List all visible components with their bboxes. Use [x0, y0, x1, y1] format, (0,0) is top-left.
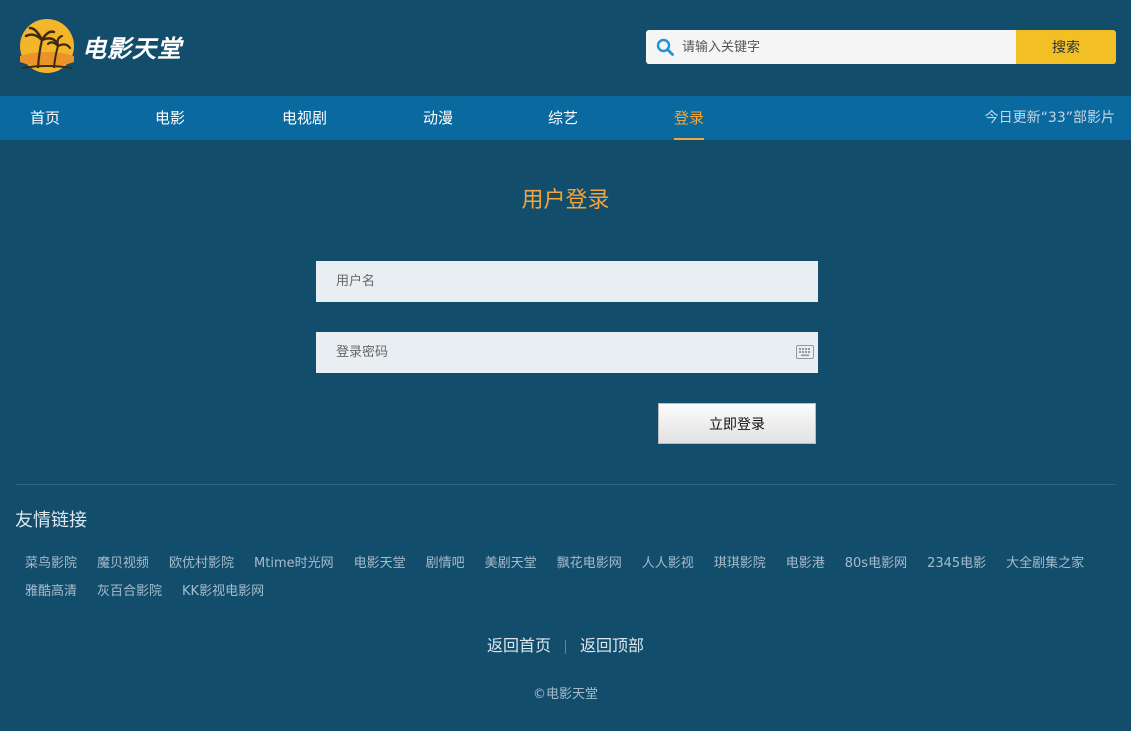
back-to-top-link[interactable]: 返回顶部 [580, 636, 644, 655]
friend-link[interactable]: 飘花电影网 [557, 554, 622, 574]
friend-link[interactable]: 2345电影 [927, 554, 986, 574]
friend-link[interactable]: 魔贝视频 [97, 554, 149, 574]
keyboard-icon[interactable] [796, 345, 814, 359]
nav-item-movies[interactable]: 电影 [155, 96, 185, 140]
nav-item-variety[interactable]: 综艺 [548, 96, 578, 140]
logo-text: 电影天堂 [82, 34, 182, 63]
login-submit-button[interactable]: 立即登录 [658, 403, 816, 444]
nav-item-tv-series[interactable]: 电视剧 [282, 96, 327, 140]
login-title: 用户登录 [521, 188, 610, 213]
friend-link[interactable]: Mtime时光网 [254, 554, 334, 574]
friend-link[interactable]: 80s电影网 [845, 554, 907, 574]
friend-links-list: 菜鸟影院 魔贝视频 欧优村影院 Mtime时光网 电影天堂 剧情吧 美剧天堂 飘花电影网 人人影… [15, 552, 1116, 608]
site-logo[interactable]: 电影天堂 [18, 18, 182, 74]
nav-item-login[interactable]: 登录 [674, 96, 705, 140]
friend-link[interactable]: 美剧天堂 [485, 554, 537, 574]
friend-link[interactable]: KK影视电影网 [182, 582, 264, 602]
nav-item-home[interactable]: 首页 [30, 96, 60, 140]
friend-link[interactable]: 电影天堂 [354, 554, 406, 574]
password-input[interactable] [336, 345, 776, 360]
search-icon [656, 38, 674, 56]
search-button[interactable]: 搜索 [1016, 30, 1116, 64]
friend-links-title: 友情链接 [15, 510, 87, 531]
friend-link[interactable]: 欧优村影院 [169, 554, 234, 574]
back-home-link[interactable]: 返回首页 [487, 636, 551, 655]
search-field [646, 30, 1016, 64]
nav-item-anime[interactable]: 动漫 [423, 96, 453, 140]
footer-nav: 返回首页 返回顶部 [0, 632, 1131, 656]
copyright-text: ©电影天堂 [532, 687, 598, 702]
friend-link[interactable]: 菜鸟影院 [25, 554, 77, 574]
header: 电影天堂 搜索 [0, 0, 1131, 96]
friend-link[interactable]: 大全剧集之家 [1006, 554, 1084, 574]
password-field [316, 332, 818, 373]
friend-link[interactable]: 雅酷高清 [25, 582, 77, 602]
friend-link[interactable]: 琪琪影院 [714, 554, 766, 574]
search-bar: 搜索 [646, 30, 1116, 64]
search-input[interactable] [682, 39, 1002, 55]
footer-separator [565, 639, 566, 654]
username-field [316, 261, 818, 302]
friend-link[interactable]: 电影港 [786, 554, 825, 574]
friend-link[interactable]: 灰百合影院 [97, 582, 162, 602]
update-count-text: 今日更新“33”部影片 [984, 110, 1115, 126]
palm-tree-sunset-icon [20, 19, 74, 73]
friend-link[interactable]: 人人影视 [642, 554, 694, 574]
section-divider [15, 484, 1116, 485]
friend-link[interactable]: 剧情吧 [426, 554, 465, 574]
username-input[interactable] [336, 274, 776, 289]
main-nav: 首页 电影 电视剧 动漫 综艺 登录 今日更新“33”部影片 [0, 96, 1131, 140]
